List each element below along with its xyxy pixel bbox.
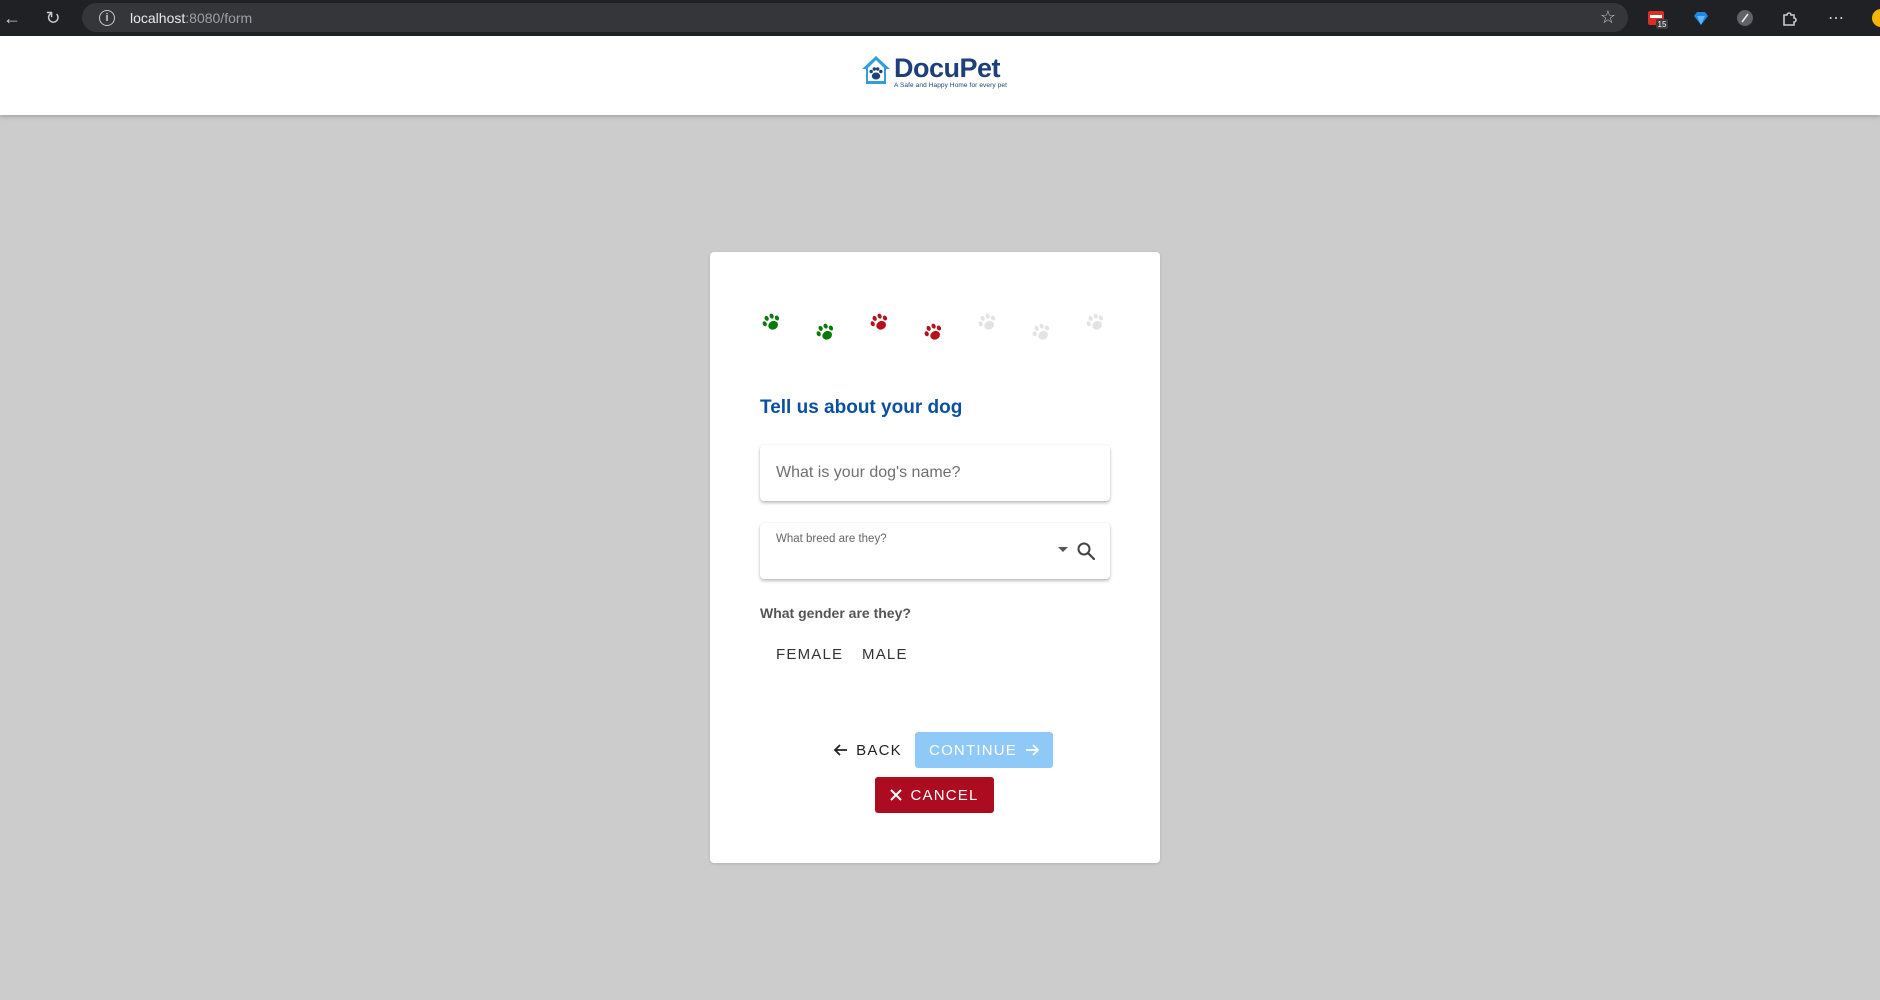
paw-step-7-icon xyxy=(1084,312,1106,334)
continue-button[interactable]: CONTINUE xyxy=(915,732,1053,768)
continue-label: CONTINUE xyxy=(929,741,1017,759)
paw-step-3-icon xyxy=(868,312,890,334)
close-icon xyxy=(890,789,903,801)
reload-icon[interactable]: ↻ xyxy=(41,6,65,30)
gender-male-button[interactable]: MALE xyxy=(846,636,924,672)
form-title: Tell us about your dog xyxy=(760,397,963,418)
paw-step-6-icon xyxy=(1030,322,1052,344)
extensions-puzzle-icon[interactable] xyxy=(1778,7,1800,29)
chevron-down-icon[interactable] xyxy=(1058,547,1068,552)
gem-extension-icon[interactable] xyxy=(1690,7,1712,29)
logo-tagline: A Safe and Happy Home for every pet xyxy=(894,82,1007,89)
breed-label: What breed are they? xyxy=(776,533,887,545)
docupet-logo[interactable]: DocuPet A Safe and Happy Home for every … xyxy=(860,54,1007,89)
bookmark-star-icon[interactable]: ☆ xyxy=(1600,7,1616,28)
house-paw-icon xyxy=(862,56,890,84)
calendar-extension-icon[interactable]: 15 xyxy=(1646,7,1668,29)
dog-form-card: Tell us about your dog What breed are th… xyxy=(710,252,1160,863)
arrow-right-icon xyxy=(1025,744,1039,756)
cancel-label: CANCEL xyxy=(910,786,979,804)
dog-name-field xyxy=(760,445,1110,501)
gender-female-button[interactable]: FEMALE xyxy=(760,636,859,672)
profile-avatar-icon[interactable] xyxy=(1866,7,1880,29)
arrow-left-icon xyxy=(834,744,848,756)
paw-step-2-icon xyxy=(814,322,836,344)
paw-step-4-icon xyxy=(922,322,944,344)
breed-select[interactable]: What breed are they? xyxy=(760,523,1110,579)
paw-step-1-icon xyxy=(760,312,782,334)
browser-toolbar: ← ↻ i localhost:8080/form ☆ 15 ⋯ xyxy=(0,0,1880,36)
search-icon[interactable] xyxy=(1076,541,1096,561)
back-arrow-icon[interactable]: ← xyxy=(0,6,24,30)
dog-name-input[interactable] xyxy=(760,445,1096,501)
logo-name: DocuPet xyxy=(894,53,1001,83)
info-icon[interactable]: i xyxy=(99,9,115,26)
back-label: BACK xyxy=(856,741,902,759)
more-menu-icon[interactable]: ⋯ xyxy=(1825,7,1847,29)
address-bar[interactable]: i localhost:8080/form ☆ xyxy=(82,3,1628,32)
svg-text:15: 15 xyxy=(1658,20,1667,29)
app-header: DocuPet A Safe and Happy Home for every … xyxy=(0,36,1880,115)
gender-label: What gender are they? xyxy=(760,605,911,621)
feather-extension-icon[interactable] xyxy=(1734,7,1756,29)
cancel-button[interactable]: CANCEL xyxy=(875,777,994,813)
paw-step-5-icon xyxy=(976,312,998,334)
back-button[interactable]: BACK xyxy=(820,732,916,768)
url-text: localhost:8080/form xyxy=(130,9,253,26)
progress-paws xyxy=(760,312,1120,362)
